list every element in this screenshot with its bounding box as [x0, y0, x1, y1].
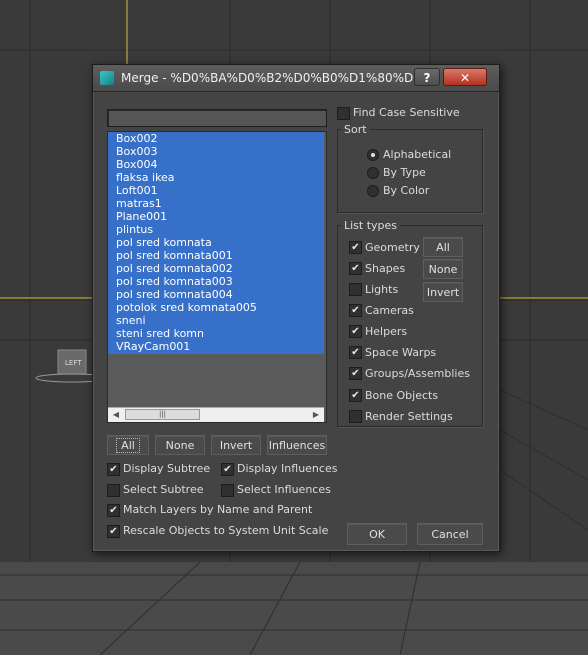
select-none-button[interactable]: None	[155, 435, 205, 455]
search-input[interactable]	[107, 109, 327, 127]
list-item[interactable]: Plane001	[108, 210, 324, 223]
sort-by-type-label: By Type	[383, 166, 426, 179]
list-item[interactable]: VRayCam001	[108, 340, 324, 353]
list-types-group-title: List types	[341, 219, 401, 232]
list-item[interactable]: Loft001	[108, 184, 324, 197]
types-none-button[interactable]: None	[423, 259, 463, 279]
select-all-label: All	[116, 438, 140, 453]
sort-by-color-label: By Color	[383, 184, 430, 197]
title-bar[interactable]: Merge - %D0%BA%D0%B2%D0%B0%D1%80%D1%8...…	[93, 65, 499, 92]
lights-checkbox[interactable]	[349, 283, 362, 296]
sort-by-color-radio[interactable]	[367, 185, 379, 197]
render-settings-checkbox[interactable]	[349, 410, 362, 423]
match-layers-label: Match Layers by Name and Parent	[123, 503, 313, 516]
types-invert-button[interactable]: Invert	[423, 282, 463, 302]
find-case-sensitive-label: Find Case Sensitive	[353, 106, 460, 119]
select-influences-label: Select Influences	[237, 483, 331, 496]
space-warps-label: Space Warps	[365, 346, 437, 359]
influences-button[interactable]: Influences	[267, 435, 327, 455]
list-item[interactable]: plintus	[108, 223, 324, 236]
shapes-checkbox[interactable]: ✔	[349, 262, 362, 275]
geometry-label: Geometry	[365, 241, 420, 254]
list-item[interactable]: sneni	[108, 314, 324, 327]
scroll-thumb[interactable]: |||	[125, 409, 200, 420]
object-list[interactable]: Box002 Box003 Box004 flaksa ikea Loft001 matr…	[107, 131, 327, 423]
select-influences-checkbox[interactable]	[221, 484, 234, 497]
viewport-label-left: LEFT	[65, 359, 82, 367]
list-item[interactable]: Box003	[108, 145, 324, 158]
find-case-sensitive-checkbox[interactable]	[337, 107, 350, 120]
horizontal-scrollbar[interactable]: ◀ ||| ▶	[108, 407, 324, 422]
list-item[interactable]: matras1	[108, 197, 324, 210]
rescale-checkbox[interactable]: ✔	[107, 525, 120, 538]
list-item[interactable]: pol sred komnata003	[108, 275, 324, 288]
invert-button[interactable]: Invert	[211, 435, 261, 455]
render-settings-label: Render Settings	[365, 410, 453, 423]
groups-assemblies-checkbox[interactable]: ✔	[349, 367, 362, 380]
sort-alphabetical-radio[interactable]	[367, 149, 379, 161]
list-item[interactable]: pol sred komnata002	[108, 262, 324, 275]
scroll-left-icon[interactable]: ◀	[110, 409, 122, 421]
shapes-label: Shapes	[365, 262, 406, 275]
select-subtree-checkbox[interactable]	[107, 484, 120, 497]
select-all-button[interactable]: All	[107, 435, 149, 455]
match-layers-checkbox[interactable]: ✔	[107, 504, 120, 517]
object-list-items: Box002 Box003 Box004 flaksa ikea Loft001 matr…	[108, 132, 324, 354]
help-button[interactable]: ?	[414, 68, 440, 86]
list-item[interactable]: steni sred komn	[108, 327, 324, 340]
geometry-checkbox[interactable]: ✔	[349, 241, 362, 254]
dialog-title: Merge - %D0%BA%D0%B2%D0%B0%D1%80%D1%8...	[121, 71, 421, 85]
sort-by-type-radio[interactable]	[367, 167, 379, 179]
space-warps-checkbox[interactable]: ✔	[349, 346, 362, 359]
sort-group-title: Sort	[341, 123, 370, 136]
app-icon	[100, 71, 114, 85]
cameras-label: Cameras	[365, 304, 414, 317]
list-item[interactable]: potolok sred komnata005	[108, 301, 324, 314]
cancel-button[interactable]: Cancel	[417, 523, 483, 545]
list-item[interactable]: Box002	[108, 132, 324, 145]
display-subtree-label: Display Subtree	[123, 462, 211, 475]
list-item[interactable]: pol sred komnata004	[108, 288, 324, 301]
rescale-label: Rescale Objects to System Unit Scale	[123, 524, 329, 537]
cameras-checkbox[interactable]: ✔	[349, 304, 362, 317]
bone-objects-label: Bone Objects	[365, 389, 439, 402]
groups-assemblies-label: Groups/Assemblies	[365, 367, 470, 380]
bone-objects-checkbox[interactable]: ✔	[349, 389, 362, 402]
display-influences-label: Display Influences	[237, 462, 338, 475]
display-influences-checkbox[interactable]: ✔	[221, 463, 234, 476]
sort-alphabetical-label: Alphabetical	[383, 148, 452, 161]
merge-dialog: Merge - %D0%BA%D0%B2%D0%B0%D1%80%D1%8...…	[92, 64, 500, 552]
helpers-checkbox[interactable]: ✔	[349, 325, 362, 338]
display-subtree-checkbox[interactable]: ✔	[107, 463, 120, 476]
ok-button[interactable]: OK	[347, 523, 407, 545]
close-button[interactable]: ✕	[443, 68, 487, 86]
list-item[interactable]: Box004	[108, 158, 324, 171]
scroll-right-icon[interactable]: ▶	[310, 409, 322, 421]
helpers-label: Helpers	[365, 325, 408, 338]
list-item[interactable]: pol sred komnata	[108, 236, 324, 249]
types-all-button[interactable]: All	[423, 237, 463, 257]
list-item[interactable]: pol sred komnata001	[108, 249, 324, 262]
select-subtree-label: Select Subtree	[123, 483, 204, 496]
list-item[interactable]: flaksa ikea	[108, 171, 324, 184]
lights-label: Lights	[365, 283, 399, 296]
